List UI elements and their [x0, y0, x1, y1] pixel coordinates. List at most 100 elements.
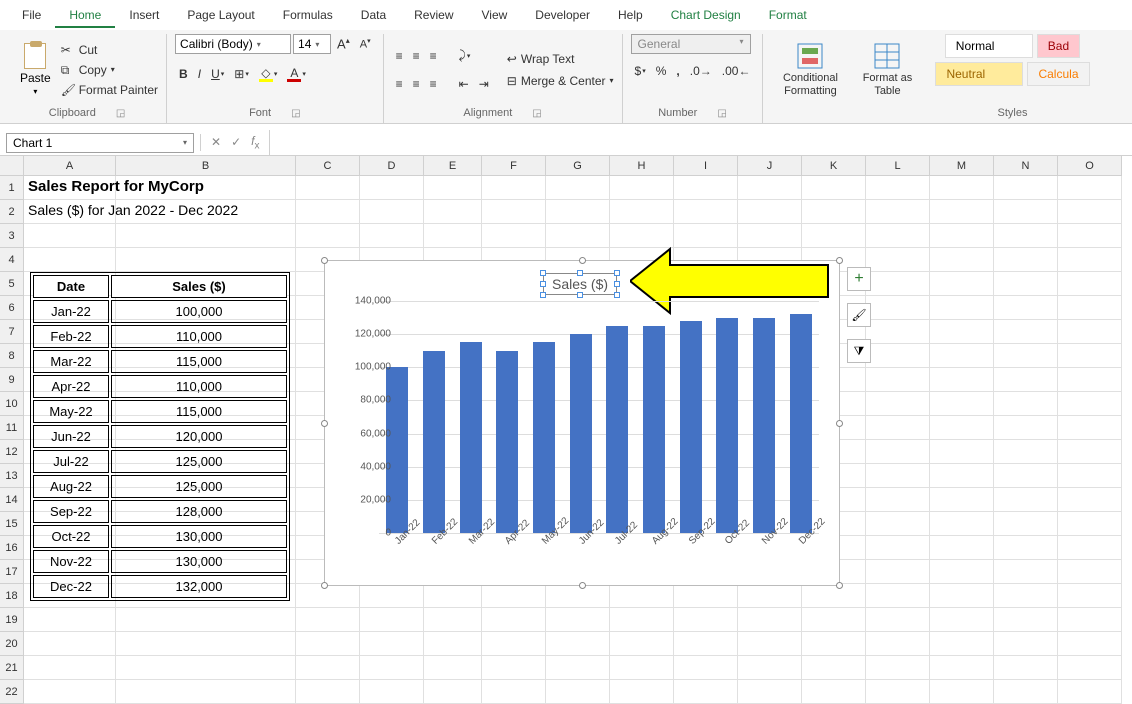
row-header-2[interactable]: 2: [0, 200, 24, 224]
comma-format-button[interactable]: ,: [672, 62, 683, 80]
column-header-K[interactable]: K: [802, 156, 866, 176]
column-header-A[interactable]: A: [24, 156, 116, 176]
underline-button[interactable]: U▾: [207, 65, 228, 83]
cell[interactable]: [1058, 512, 1122, 536]
column-header-L[interactable]: L: [866, 156, 930, 176]
cell[interactable]: [866, 464, 930, 488]
cell[interactable]: [738, 200, 802, 224]
row-header-18[interactable]: 18: [0, 584, 24, 608]
copy-button[interactable]: ⧉ Copy ▾: [61, 63, 158, 77]
table-cell-sales[interactable]: 110,000: [111, 375, 287, 398]
bold-button[interactable]: B: [175, 65, 192, 83]
cancel-formula-button[interactable]: ✕: [211, 135, 221, 149]
cell[interactable]: [360, 200, 424, 224]
cell[interactable]: [930, 656, 994, 680]
cell[interactable]: [994, 680, 1058, 704]
cell[interactable]: [1058, 608, 1122, 632]
format-painter-button[interactable]: 🖌 Format Painter: [61, 83, 158, 97]
cell[interactable]: [802, 680, 866, 704]
cell[interactable]: [482, 680, 546, 704]
cell[interactable]: [930, 464, 994, 488]
align-top-button[interactable]: ≡: [392, 47, 407, 65]
cell[interactable]: [866, 584, 930, 608]
cell[interactable]: [546, 608, 610, 632]
cell[interactable]: [360, 176, 424, 200]
fill-color-button[interactable]: ◇▾: [255, 64, 282, 84]
table-cell-date[interactable]: Nov-22: [33, 550, 109, 573]
column-header-H[interactable]: H: [610, 156, 674, 176]
table-cell-date[interactable]: Jul-22: [33, 450, 109, 473]
table-row[interactable]: Feb-22110,000: [33, 325, 287, 348]
cell[interactable]: [424, 176, 482, 200]
cell[interactable]: [546, 656, 610, 680]
cell[interactable]: [296, 176, 360, 200]
chart-handle[interactable]: [579, 257, 586, 264]
cell[interactable]: [994, 248, 1058, 272]
cell[interactable]: [802, 224, 866, 248]
cell[interactable]: [930, 680, 994, 704]
cell[interactable]: [738, 608, 802, 632]
cell[interactable]: [482, 176, 546, 200]
cell[interactable]: [116, 680, 296, 704]
cell[interactable]: [930, 392, 994, 416]
cell[interactable]: [866, 272, 930, 296]
cell[interactable]: [866, 224, 930, 248]
cell[interactable]: [610, 176, 674, 200]
cell[interactable]: [866, 608, 930, 632]
font-color-button[interactable]: A▾: [283, 64, 310, 84]
chart-bar[interactable]: [533, 342, 555, 533]
cell[interactable]: [930, 344, 994, 368]
cell[interactable]: [1058, 632, 1122, 656]
cell[interactable]: [866, 248, 930, 272]
cell[interactable]: [738, 176, 802, 200]
cell[interactable]: [1058, 368, 1122, 392]
chart-handle[interactable]: [321, 420, 328, 427]
cell[interactable]: [24, 248, 116, 272]
cell[interactable]: [994, 392, 1058, 416]
cell[interactable]: [482, 584, 546, 608]
chart-handle[interactable]: [321, 582, 328, 589]
row-header-19[interactable]: 19: [0, 608, 24, 632]
row-header-6[interactable]: 6: [0, 296, 24, 320]
cell[interactable]: [674, 608, 738, 632]
cell[interactable]: [866, 176, 930, 200]
cell[interactable]: [546, 680, 610, 704]
cell[interactable]: [296, 584, 360, 608]
cell-style-calculation[interactable]: Calcula: [1027, 62, 1089, 86]
menu-review[interactable]: Review: [400, 4, 467, 28]
chart-bar[interactable]: [753, 318, 775, 533]
cell[interactable]: [802, 584, 866, 608]
cell[interactable]: [1058, 560, 1122, 584]
cell[interactable]: [546, 176, 610, 200]
table-row[interactable]: Mar-22115,000: [33, 350, 287, 373]
cell[interactable]: [296, 224, 360, 248]
table-header-date[interactable]: Date: [33, 275, 109, 298]
cell-style-neutral[interactable]: Neutral: [935, 62, 1023, 86]
table-cell-sales[interactable]: 115,000: [111, 350, 287, 373]
cell[interactable]: [1058, 344, 1122, 368]
cell[interactable]: [424, 632, 482, 656]
cell[interactable]: [994, 344, 1058, 368]
cell[interactable]: [994, 296, 1058, 320]
table-cell-sales[interactable]: 128,000: [111, 500, 287, 523]
column-header-C[interactable]: C: [296, 156, 360, 176]
menu-home[interactable]: Home: [55, 4, 115, 28]
chart-bar[interactable]: [460, 342, 482, 533]
format-as-table-button[interactable]: Format as Table: [855, 42, 919, 96]
paste-button[interactable]: Paste ▾: [16, 41, 55, 98]
row-header-22[interactable]: 22: [0, 680, 24, 704]
cell[interactable]: [546, 632, 610, 656]
cell[interactable]: [994, 584, 1058, 608]
number-dialog-launcher[interactable]: ◲: [717, 108, 726, 119]
row-header-20[interactable]: 20: [0, 632, 24, 656]
cell[interactable]: [930, 560, 994, 584]
alignment-dialog-launcher[interactable]: ◲: [532, 108, 541, 119]
cell[interactable]: [116, 656, 296, 680]
cell[interactable]: [1058, 440, 1122, 464]
cell[interactable]: [1058, 320, 1122, 344]
cell[interactable]: [866, 344, 930, 368]
table-cell-date[interactable]: May-22: [33, 400, 109, 423]
cell[interactable]: [1058, 464, 1122, 488]
row-header-17[interactable]: 17: [0, 560, 24, 584]
table-cell-sales[interactable]: 125,000: [111, 450, 287, 473]
